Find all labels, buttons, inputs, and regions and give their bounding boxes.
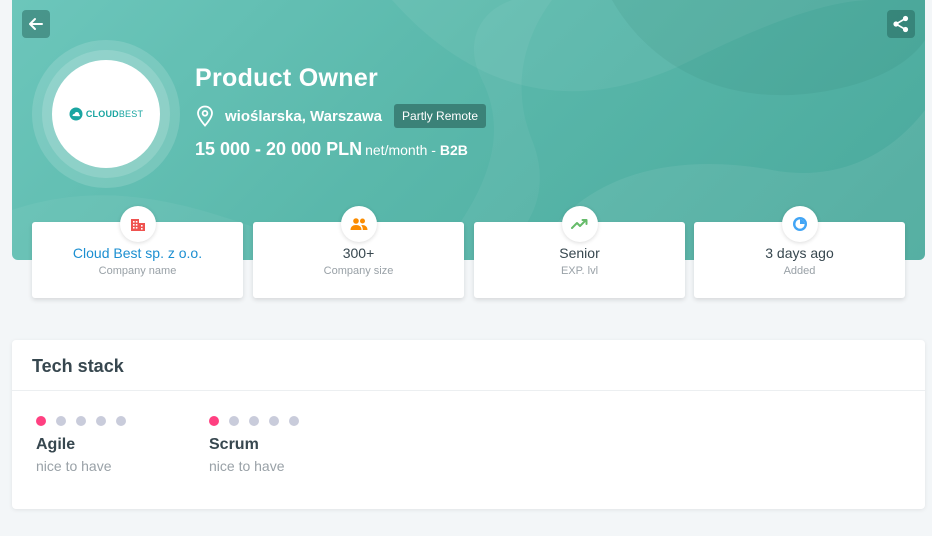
company-logo[interactable]: CLOUDBEST (52, 60, 160, 168)
experience-level-card: Senior EXP. lvl (474, 206, 685, 298)
tech-level: nice to have (209, 458, 285, 474)
tech-level: nice to have (36, 458, 112, 474)
salary-unit: net/month (365, 142, 428, 158)
tech-name: Scrum (209, 436, 259, 453)
level-dot (116, 416, 126, 426)
salary-range: 15 000 - 20 000 PLN (195, 139, 363, 159)
experience-level-label: EXP. lvl (560, 265, 599, 277)
location-row: wioślarska, Warszawa Partly Remote (196, 104, 487, 128)
tech-item-agile: Agile nice to have (12, 416, 126, 474)
level-dot-filled (209, 416, 219, 426)
trend-up-icon (561, 206, 598, 242)
level-dot (229, 416, 239, 426)
level-dot (76, 416, 86, 426)
salary-separator: - (427, 142, 440, 158)
added-date-label: Added (783, 265, 816, 277)
added-date-card: 3 days ago Added (694, 206, 905, 298)
salary-row: 15 000 - 20 000 PLN net/month - B2B (195, 139, 468, 160)
share-icon (893, 15, 909, 33)
remote-badge: Partly Remote (394, 104, 487, 128)
tech-name: Agile (36, 436, 76, 453)
skill-level-dots (36, 416, 126, 426)
level-dot (249, 416, 259, 426)
level-dot-filled (36, 416, 46, 426)
company-name-card: Cloud Best sp. z o.o. Company name (32, 206, 243, 298)
company-name-link[interactable]: Cloud Best sp. z o.o. (32, 245, 243, 261)
clock-icon (781, 206, 818, 242)
level-dot (96, 416, 106, 426)
level-dot (269, 416, 279, 426)
level-dot (56, 416, 66, 426)
cloud-logo-icon (69, 107, 83, 121)
tech-stack-panel: Tech stack Agile nice to have Scrum nice… (12, 340, 925, 509)
back-button[interactable] (22, 10, 50, 38)
share-button[interactable] (887, 10, 915, 38)
job-location: wioślarska, Warszawa (225, 107, 383, 125)
experience-level-value: Senior (559, 245, 600, 261)
building-icon (119, 206, 156, 242)
contract-type: B2B (439, 142, 468, 158)
arrow-left-icon (29, 18, 43, 30)
company-name-label: Company name (98, 265, 177, 277)
tech-item-scrum: Scrum nice to have (185, 416, 299, 474)
tech-stack-title: Tech stack (32, 356, 124, 376)
company-size-value: 300+ (342, 245, 375, 261)
people-icon (340, 206, 377, 242)
company-size-card: 300+ Company size (253, 206, 464, 298)
company-logo-text: CLOUDBEST (85, 109, 144, 119)
location-pin-icon (196, 104, 218, 128)
job-title: Product Owner (195, 64, 379, 92)
skill-level-dots (209, 416, 299, 426)
company-size-label: Company size (323, 265, 394, 277)
level-dot (289, 416, 299, 426)
added-date-value: 3 days ago (765, 245, 834, 261)
tech-stack-header: Tech stack (12, 340, 925, 391)
